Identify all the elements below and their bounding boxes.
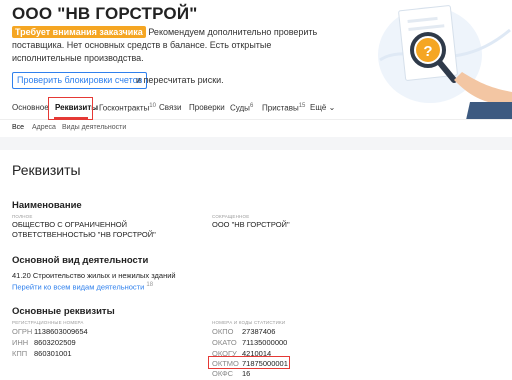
highlight-box-tab (48, 97, 93, 120)
link-text: Перейти ко всем видам деятельности (12, 282, 145, 292)
short-name-label: сокращенное (212, 214, 250, 219)
short-name-value: ООО "НВ ГОРСТРОЙ" (212, 220, 290, 229)
tab-label: Суды (230, 103, 250, 113)
okfs-label: ОКФС (212, 369, 234, 378)
tab-links[interactable]: Связи (159, 103, 181, 112)
tab-count: 6 (249, 103, 254, 109)
ogrn-label: ОГРН (12, 327, 33, 336)
tab-label: Приставы (262, 103, 299, 113)
okfs-value: 16 (242, 369, 251, 378)
activity-title: Основной вид деятельности (12, 255, 149, 266)
stat-codes-label: номера и коды статистики (212, 320, 286, 325)
tab-label: Госконтракты (99, 103, 150, 113)
tab-more[interactable]: Ещё ⌄ (310, 103, 335, 112)
tab-label: Ещё (310, 103, 327, 112)
kpp-value: 860301001 (34, 349, 72, 358)
kpp-label: КПП (12, 349, 28, 358)
activity-value: 41.20 Строительство жилых и нежилых здан… (12, 271, 176, 280)
tab-label: Проверки (189, 103, 225, 112)
tab-count: 15 (298, 103, 306, 109)
requisites-title: Основные реквизиты (12, 306, 115, 317)
tab-label: Связи (159, 103, 182, 112)
svg-text:?: ? (423, 43, 432, 60)
section-title: Реквизиты (12, 162, 81, 178)
subtab-bar: Все Адреса Виды деятельности (0, 122, 512, 136)
chevron-down-icon: ⌄ (328, 103, 336, 112)
highlight-box-oktmo (208, 356, 290, 369)
full-name-value: ОБЩЕСТВО С ОГРАНИЧЕННОЙ ОТВЕТСТВЕННОСТЬЮ… (12, 220, 156, 239)
inn-label: ИНН (12, 338, 29, 347)
all-activities-link[interactable]: Перейти ко всем видам деятельности 18 (12, 282, 153, 292)
ogrn-value: 1138603009654 (34, 327, 88, 336)
subtab-activities[interactable]: Виды деятельности (62, 124, 126, 131)
check-tail-text: и пересчитать риски. (136, 75, 224, 85)
tab-contracts[interactable]: Госконтракты10 (99, 103, 156, 113)
subtab-addresses[interactable]: Адреса (32, 124, 56, 131)
warning-message: Требует внимания заказчика Рекомендуем д… (12, 26, 342, 65)
inn-value: 8603202509 (34, 338, 76, 347)
section-divider (0, 137, 512, 150)
warning-badge: Требует внимания заказчика (12, 26, 146, 38)
link-count: 18 (146, 282, 154, 288)
okpo-label: ОКПО (212, 327, 234, 336)
tab-count: 10 (149, 103, 156, 109)
full-name-label: полное (12, 214, 33, 219)
tab-label: Основное (12, 103, 49, 112)
tab-checks[interactable]: Проверки (189, 103, 225, 112)
okato-label: ОКАТО (212, 338, 237, 347)
okpo-value: 27387406 (242, 327, 276, 336)
tab-courts[interactable]: Суды6 (230, 103, 253, 113)
company-title: ООО "НВ ГОРСТРОЙ" (12, 4, 198, 23)
tab-main[interactable]: Основное (12, 103, 49, 112)
check-blocks-button[interactable]: Проверить блокировки счетов (12, 72, 148, 89)
okato-value: 71135000000 (242, 338, 288, 347)
naming-title: Наименование (12, 200, 82, 211)
reg-numbers-label: регистрационные номера (12, 320, 84, 325)
subtab-all[interactable]: Все (12, 124, 24, 131)
tab-bailiffs[interactable]: Приставы15 (262, 103, 305, 113)
